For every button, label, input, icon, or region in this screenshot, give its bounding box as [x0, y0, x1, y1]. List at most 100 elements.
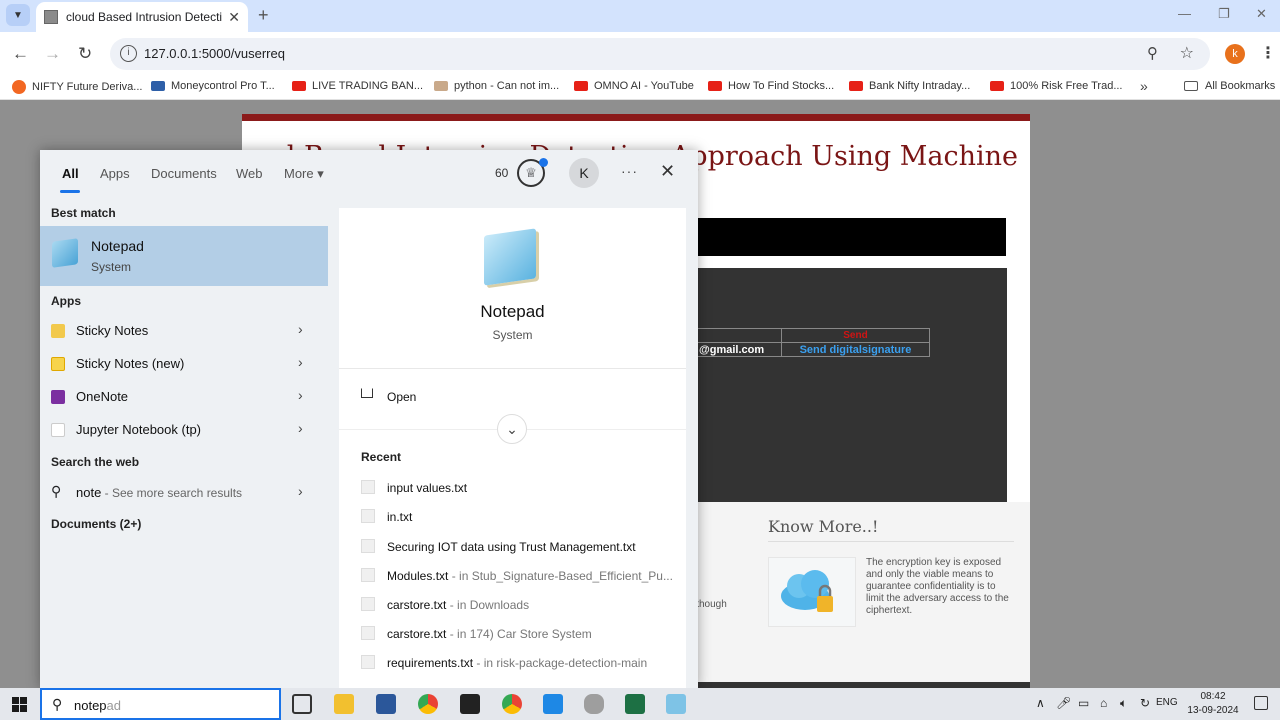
search-icon: ⚲ [51, 483, 62, 499]
minimize-icon[interactable]: — [1178, 6, 1191, 21]
chevron-right-icon[interactable]: › [298, 321, 303, 337]
expand-chevron-icon[interactable]: ⌄ [497, 414, 527, 444]
chevron-right-icon[interactable]: › [298, 420, 303, 436]
app-label: Sticky Notes [76, 323, 149, 338]
file-location: - in Downloads [446, 598, 530, 612]
language-indicator[interactable]: ENG [1156, 697, 1178, 708]
word-icon[interactable] [376, 694, 396, 714]
file-name: Modules.txt [387, 569, 449, 583]
open-icon[interactable] [361, 388, 373, 398]
browser-menu-icon[interactable]: ⋮ [1260, 43, 1276, 63]
bookmark-label: LIVE TRADING BAN... [312, 80, 424, 92]
recent-file[interactable]: Modules.txt - in Stub_Signature-Based_Ef… [361, 566, 681, 586]
url-text[interactable]: 127.0.0.1:5000/vuserreq [144, 46, 285, 61]
site-nav-bar [694, 218, 1006, 256]
windows-start-icon[interactable] [12, 697, 27, 712]
address-bar[interactable]: i 127.0.0.1:5000/vuserreq ⚲ ☆ [110, 38, 1210, 70]
tab-all[interactable]: All [62, 166, 79, 181]
chrome-icon[interactable] [418, 694, 438, 714]
vscode-icon[interactable] [543, 694, 563, 714]
bookmark-label: OMNO AI - YouTube [594, 80, 694, 92]
recent-file[interactable]: in.txt [361, 507, 681, 527]
sticky-notes-icon [51, 324, 65, 338]
clock[interactable]: 08:42 13-09-2024 [1186, 690, 1240, 718]
bookmark-item[interactable]: How To Find Stocks... [708, 80, 834, 92]
app-item-jupyter[interactable]: Jupyter Notebook (tp) › [40, 415, 328, 445]
notification-icon[interactable] [1254, 696, 1268, 710]
forward-icon[interactable]: → [44, 44, 61, 64]
tab-documents[interactable]: Documents [151, 166, 217, 181]
notepad-large-icon [484, 228, 536, 286]
app-item-sticky-notes-new[interactable]: Sticky Notes (new) › [40, 349, 328, 379]
recent-file[interactable]: carstore.txt - in 174) Car Store System [361, 624, 681, 644]
notepad-taskbar-icon[interactable] [666, 694, 686, 714]
youtube-icon [708, 81, 722, 91]
microphone-icon[interactable]: 🎤︎ [1056, 696, 1071, 710]
profile-avatar[interactable]: k [1225, 44, 1245, 64]
recent-file[interactable]: carstore.txt - in Downloads [361, 595, 681, 615]
tab-more[interactable]: More ▾ [284, 166, 324, 182]
tab-apps[interactable]: Apps [100, 166, 130, 181]
best-match-notepad[interactable]: Notepad System [40, 226, 328, 286]
documents-heading[interactable]: Documents (2+) [51, 517, 141, 531]
bookmark-item[interactable]: 100% Risk Free Trad... [990, 80, 1123, 92]
best-match-name: Notepad [91, 238, 144, 254]
new-tab-icon[interactable]: + [258, 5, 269, 26]
volume-icon[interactable]: 🔈︎ [1120, 696, 1127, 711]
chrome-profile-icon[interactable] [502, 694, 522, 714]
database-icon[interactable] [584, 694, 604, 714]
preview-app-name: Notepad [480, 302, 545, 321]
request-panel: Send @gmail.com Send digitalsignature [694, 268, 1007, 502]
browser-tab-active[interactable]: cloud Based Intrusion Detection ✕ [36, 2, 248, 32]
network-icon[interactable]: ⌂ [1100, 696, 1107, 710]
back-icon[interactable]: ← [12, 44, 29, 64]
task-view-icon[interactable] [292, 694, 312, 714]
account-avatar[interactable]: K [569, 158, 599, 188]
web-search-suggestion[interactable]: ⚲ note - See more search results › [40, 478, 328, 508]
app-item-sticky-notes[interactable]: Sticky Notes › [40, 316, 328, 346]
all-bookmarks[interactable]: All Bookmarks [1184, 80, 1275, 92]
app-item-onenote[interactable]: OneNote › [40, 382, 328, 412]
chevron-right-icon[interactable]: › [298, 483, 303, 499]
youtube-icon [292, 81, 306, 91]
open-action[interactable]: Open [387, 390, 416, 404]
bookmark-item[interactable]: LIVE TRADING BAN... [292, 80, 423, 92]
site-info-icon[interactable]: i [120, 45, 137, 62]
zoom-icon[interactable]: ⚲ [1147, 44, 1158, 62]
recent-file[interactable]: Securing IOT data using Trust Management… [361, 537, 681, 557]
file-explorer-icon[interactable] [334, 694, 354, 714]
send-signature-link[interactable]: Send digitalsignature [781, 342, 930, 357]
send-link[interactable]: Send [781, 328, 930, 343]
bookmark-item[interactable]: python - Can not im... [434, 80, 559, 92]
chevron-up-icon[interactable]: ∧ [1036, 696, 1045, 710]
bookmarks-overflow-icon[interactable]: » [1140, 78, 1148, 94]
chevron-right-icon[interactable]: › [298, 354, 303, 370]
search-query[interactable]: notepad [74, 698, 121, 713]
sync-icon[interactable]: ↻ [1140, 696, 1150, 710]
start-search-panel: All Apps Documents Web More ▾ 60 ♕ K ···… [40, 150, 698, 688]
window-close-icon[interactable]: ✕ [1256, 6, 1267, 22]
cloud-lock-icon [781, 570, 833, 612]
close-icon[interactable]: ✕ [660, 161, 675, 182]
taskbar-search-input[interactable]: ⚲ notepad [40, 688, 281, 720]
web-search-suffix: - See more search results [101, 486, 243, 500]
tab-web[interactable]: Web [236, 166, 263, 181]
reload-icon[interactable]: ↻ [78, 44, 92, 64]
bookmark-star-icon[interactable]: ☆ [1180, 43, 1194, 63]
table-cell [694, 328, 782, 343]
bookmark-item[interactable]: OMNO AI - YouTube [574, 80, 694, 92]
email-cell: @gmail.com [694, 342, 782, 357]
bookmark-item[interactable]: NIFTY Future Deriva... [12, 80, 142, 94]
chevron-right-icon[interactable]: › [298, 387, 303, 403]
recent-file[interactable]: requirements.txt - in risk-package-detec… [361, 653, 681, 673]
maximize-icon[interactable]: ❐ [1218, 6, 1230, 22]
more-options-icon[interactable]: ··· [621, 163, 638, 179]
tab-search-button[interactable]: ▼ [6, 4, 30, 26]
terminal-icon[interactable] [460, 694, 480, 714]
excel-icon[interactable] [625, 694, 645, 714]
tab-close-icon[interactable]: ✕ [228, 9, 240, 26]
battery-icon[interactable]: ▭ [1078, 696, 1089, 710]
bookmark-item[interactable]: Moneycontrol Pro T... [151, 80, 275, 92]
recent-file[interactable]: input values.txt [361, 478, 681, 498]
bookmark-item[interactable]: Bank Nifty Intraday... [849, 80, 970, 92]
